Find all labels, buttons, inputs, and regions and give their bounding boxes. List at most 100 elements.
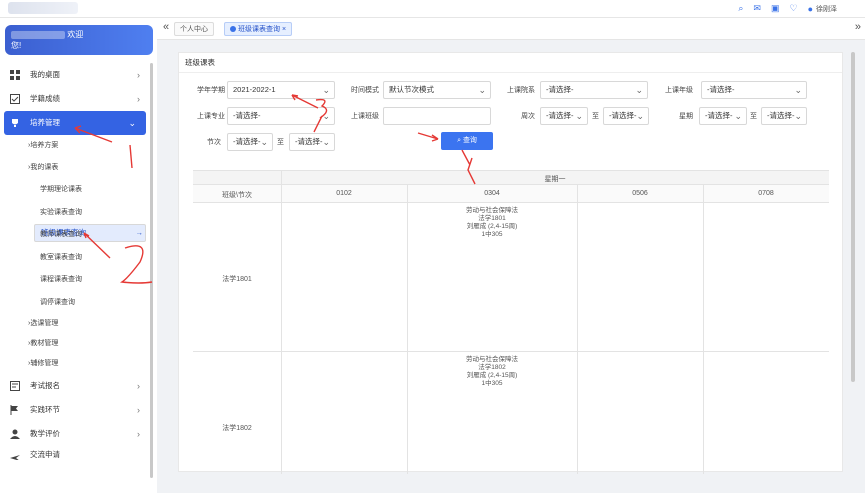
- grade-value: -请选择-: [707, 85, 735, 94]
- time-mode-label: 时间模式: [351, 87, 379, 94]
- sidebar-item-practice[interactable]: 实践环节 ›: [0, 398, 150, 422]
- grade-select[interactable]: -请选择- ⌄: [701, 81, 807, 99]
- to-text: 至: [750, 113, 757, 120]
- tab-personal-center[interactable]: 个人中心: [174, 22, 214, 36]
- chevron-down-icon: ⌄: [794, 85, 802, 95]
- sidebar-item-exchange[interactable]: 交流申请: [0, 446, 150, 460]
- day-header: 星期一: [544, 176, 566, 183]
- query-button[interactable]: ⌕ 查询: [441, 132, 493, 150]
- weekday-from-select[interactable]: -请选择- ⌄: [699, 107, 747, 125]
- sidebar-leaf-adjust-query[interactable]: 调停课查询: [0, 292, 150, 315]
- sidebar-item-label: 学籍成绩: [30, 94, 60, 103]
- major-select[interactable]: -请选择- ⌄: [227, 107, 335, 125]
- panel-title: 班级课表: [179, 53, 842, 73]
- welcome-card: 欢迎 您!: [5, 25, 153, 55]
- sidebar-item-desktop[interactable]: 我的桌面 ›: [0, 63, 150, 87]
- sidebar-leaf-room-schedule[interactable]: 教室课表查询: [0, 247, 150, 270]
- weekday-to-select[interactable]: -请选择- ⌄: [761, 107, 807, 125]
- chevron-down-icon: ⌄: [635, 85, 643, 95]
- welcome-suffix: 您!: [11, 41, 22, 50]
- class-label: 上课班级: [351, 113, 379, 120]
- college-label: 上课院系: [507, 87, 535, 94]
- sidebar-item-grades[interactable]: 学籍成绩 ›: [0, 87, 150, 111]
- term-value: 2021-2022-1: [233, 85, 276, 94]
- tab-class-schedule[interactable]: 班级课表查询 ×: [224, 22, 293, 36]
- to-text: 至: [592, 113, 599, 120]
- course-room: 1中305: [481, 380, 503, 387]
- sidebar-leaf-term-theory[interactable]: 学期理论课表: [0, 179, 150, 202]
- trophy-icon: [12, 119, 18, 127]
- search-icon[interactable]: ⌕: [738, 3, 743, 14]
- chevron-down-icon: ⌄: [128, 118, 136, 128]
- time-mode-select[interactable]: 默认节次模式 ⌄: [383, 81, 491, 99]
- sidebar-item-label: 培养管理: [30, 118, 60, 127]
- notification-icon[interactable]: ♡: [789, 3, 797, 14]
- sidebar-leaf-teacher-schedule[interactable]: 教师课表查询: [0, 224, 150, 247]
- course-name: 劳动与社会保障法: [466, 356, 518, 363]
- class-input[interactable]: [383, 107, 491, 125]
- section-from-select[interactable]: -请选择- ⌄: [227, 133, 273, 151]
- course-teacher: 刘雁成 (2,4-15周): [466, 223, 518, 230]
- calendar-icon[interactable]: ▣: [771, 3, 780, 14]
- top-bar: ⌕ ✉ ▣ ♡ ● 徐刚泽: [0, 0, 865, 18]
- weekday-from-value: -请选择-: [705, 111, 733, 120]
- exam-icon: [10, 381, 20, 391]
- corner-header: 班级\节次: [222, 192, 252, 199]
- close-icon[interactable]: ×: [282, 26, 286, 33]
- sidebar-item-training[interactable]: 培养管理 ⌄: [4, 111, 146, 135]
- desktop-icon: [10, 70, 20, 80]
- flag-icon: [10, 405, 18, 415]
- grid-line: [577, 185, 578, 474]
- sidebar-sub-my-schedule[interactable]: ›我的课表: [0, 157, 150, 179]
- term-label: 学年学期: [197, 87, 225, 94]
- course-cell[interactable]: 劳动与社会保障法 法学1802 刘雁成 (2,4-15周) 1中305: [407, 356, 577, 388]
- sidebar-sub-label: 选课管理: [30, 320, 59, 327]
- top-icons: ⌕ ✉ ▣ ♡ ●: [738, 3, 813, 14]
- sidebar-item-label: 教学评价: [30, 429, 60, 438]
- welcome-user-blur: [11, 30, 65, 39]
- grid-line: [193, 351, 829, 352]
- sidebar-sub-textbook[interactable]: ›教材管理: [0, 334, 150, 354]
- course-cell[interactable]: 劳动与社会保障法 法学1801 刘雁成 (2,4-15周) 1中305: [407, 207, 577, 239]
- sidebar-nav: 我的桌面 › 学籍成绩 › 培养管理 ⌄ ›培养方案 ›我的课表 学期理论课表 …: [0, 63, 150, 460]
- week-to-select[interactable]: -请选择- ⌄: [603, 107, 649, 125]
- sidebar-sub-course-select[interactable]: ›选课管理: [0, 314, 150, 334]
- class-name-cell: 法学1802: [222, 425, 252, 432]
- chevron-right-icon: ›: [137, 70, 140, 80]
- sidebar-item-label: 考试报名: [30, 381, 60, 390]
- content-scrollbar[interactable]: [851, 52, 855, 382]
- term-select[interactable]: 2021-2022-1 ⌄: [227, 81, 335, 99]
- user-name[interactable]: 徐刚泽: [816, 4, 837, 14]
- course-class: 法学1801: [478, 215, 506, 222]
- sidebar-sub-label: 教材管理: [30, 340, 59, 347]
- chevron-down-icon: ⌄: [260, 137, 268, 147]
- chevron-down-icon: ⌄: [575, 111, 583, 121]
- section-to-select[interactable]: -请选择- ⌄: [289, 133, 335, 151]
- course-room: 1中305: [481, 231, 503, 238]
- sidebar-scrollbar[interactable]: [150, 63, 153, 478]
- sidebar-sub-minor[interactable]: ›辅修管理: [0, 354, 150, 374]
- major-value: -请选择-: [233, 111, 261, 120]
- grid-line: [703, 185, 704, 474]
- college-select[interactable]: -请选择- ⌄: [540, 81, 648, 99]
- sidebar-item-evaluation[interactable]: 教学评价 ›: [0, 422, 150, 446]
- week-label: 周次: [521, 113, 535, 120]
- sidebar-sub-plan[interactable]: ›培养方案: [0, 135, 150, 157]
- sidebar-item-label: 实践环节: [30, 405, 60, 414]
- to-text: 至: [277, 139, 284, 146]
- weekday-to-value: -请选择-: [767, 111, 795, 120]
- sidebar-item-label: 交流申请: [30, 450, 60, 459]
- message-icon[interactable]: ✉: [753, 3, 761, 14]
- welcome-text: 欢迎: [67, 30, 84, 39]
- plane-icon: [10, 455, 20, 460]
- sidebar-leaf-lab-schedule[interactable]: 实验课表查询: [0, 202, 150, 225]
- sidebar-leaf-course-schedule[interactable]: 课程课表查询: [0, 269, 150, 292]
- sidebar-item-exam[interactable]: 考试报名 ›: [0, 374, 150, 398]
- person-icon: [10, 429, 20, 439]
- major-label: 上课专业: [197, 113, 225, 120]
- chevron-down-icon: ⌄: [322, 85, 330, 95]
- double-chevron-right-icon[interactable]: »: [855, 21, 861, 33]
- week-from-select[interactable]: -请选择- ⌄: [540, 107, 588, 125]
- double-chevron-left-icon[interactable]: «: [163, 21, 169, 33]
- avatar[interactable]: ●: [808, 4, 813, 14]
